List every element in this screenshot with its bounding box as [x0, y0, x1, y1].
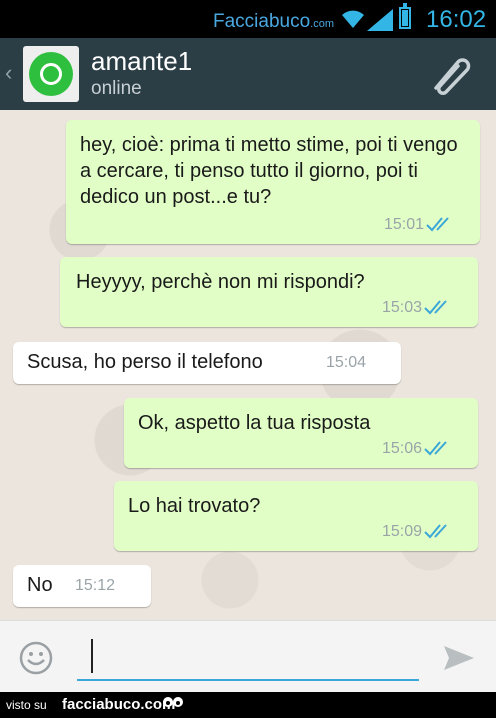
- message-time: 15:12: [75, 577, 116, 594]
- battery-icon: [399, 3, 411, 29]
- brand-watermark: Facciabuco.com: [213, 11, 334, 33]
- message-text: Ok, aspetto la tua risposta: [138, 412, 371, 434]
- double-check-icon: [424, 300, 447, 315]
- message-bubble-outgoing[interactable]: Heyyyy, perchè non mi rispondi? 15:03: [60, 257, 478, 327]
- signal-icon: [367, 9, 393, 31]
- status-bar: Facciabuco.com 16:02: [0, 0, 496, 38]
- brand-suffix: .com: [310, 18, 335, 30]
- double-check-icon: [424, 441, 447, 456]
- message-time: 15:09: [381, 523, 422, 540]
- message-text: No: [27, 574, 53, 596]
- eyes-logo-icon: [163, 697, 183, 707]
- wifi-icon: [342, 10, 364, 28]
- avatar[interactable]: [23, 46, 79, 102]
- message-input[interactable]: [77, 631, 419, 681]
- message-time: 15:01: [383, 216, 424, 233]
- message-time: 15:06: [381, 440, 422, 457]
- smiley-icon[interactable]: [19, 641, 53, 675]
- footer-prefix: visto su: [6, 698, 47, 712]
- contact-name[interactable]: amante1: [91, 46, 192, 77]
- message-text: Heyyyy, perchè non mi rispondi?: [76, 271, 365, 293]
- double-check-icon: [424, 524, 447, 539]
- message-bubble-incoming[interactable]: Scusa, ho perso il telefono 15:04: [13, 342, 401, 384]
- composer-bar: [0, 620, 496, 693]
- double-check-icon: [426, 217, 449, 232]
- chat-header: ‹ amante1 online: [0, 38, 496, 110]
- contact-status: online: [91, 78, 142, 99]
- message-text: hey, cioè: prima ti metto stime, poi ti …: [80, 134, 458, 208]
- back-chevron-icon[interactable]: ‹: [5, 60, 12, 86]
- message-text: Lo hai trovato?: [128, 495, 261, 517]
- send-icon[interactable]: [442, 644, 476, 672]
- text-caret: [91, 639, 93, 673]
- message-bubble-outgoing[interactable]: Lo hai trovato? 15:09: [114, 481, 478, 551]
- whatsapp-logo-icon: [29, 52, 73, 96]
- message-list[interactable]: hey, cioè: prima ti metto stime, poi ti …: [0, 110, 496, 620]
- footer-watermark: visto su facciabuco.com: [0, 692, 496, 718]
- message-time: 15:03: [381, 299, 422, 316]
- paperclip-icon[interactable]: [428, 54, 474, 96]
- footer-site: facciabuco.com: [62, 696, 176, 713]
- brand-main: Facciabuco: [213, 11, 311, 32]
- message-time: 15:04: [326, 354, 367, 371]
- message-text: Scusa, ho perso il telefono: [27, 351, 263, 373]
- message-bubble-outgoing[interactable]: hey, cioè: prima ti metto stime, poi ti …: [66, 120, 480, 244]
- message-bubble-outgoing[interactable]: Ok, aspetto la tua risposta 15:06: [124, 398, 478, 468]
- message-bubble-incoming[interactable]: No 15:12: [13, 565, 151, 607]
- clock: 16:02: [426, 6, 487, 33]
